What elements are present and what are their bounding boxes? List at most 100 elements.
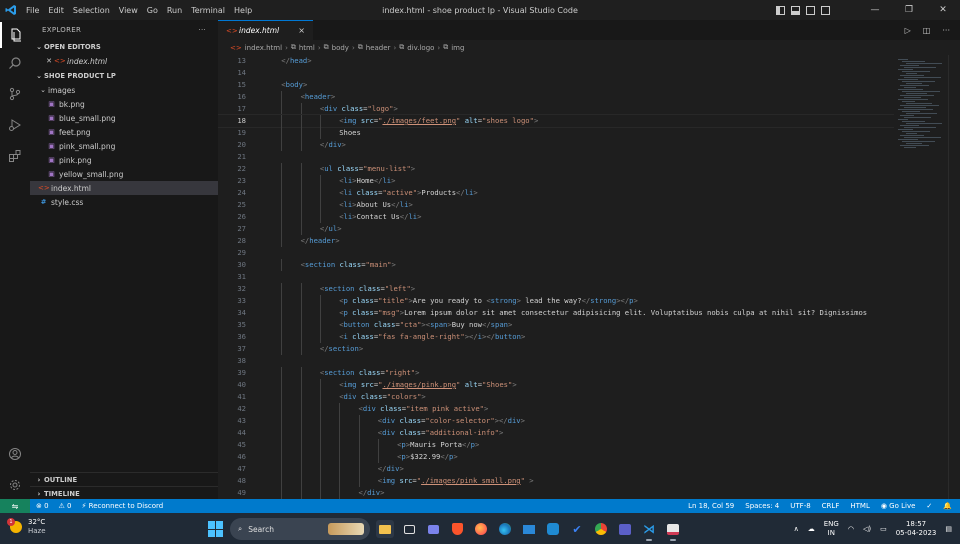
- manage-gear-icon[interactable]: [0, 472, 30, 498]
- snipping-tool-icon[interactable]: [664, 520, 682, 541]
- close-icon[interactable]: ✕: [44, 57, 54, 65]
- source-control-icon[interactable]: [0, 81, 30, 107]
- run-file-icon[interactable]: ▷: [905, 26, 911, 35]
- code-line[interactable]: 35 <button class="cta"><span>Buy now</spa…: [218, 319, 894, 331]
- line-ending[interactable]: CRLF: [822, 502, 840, 510]
- timeline-section[interactable]: › TIMELINE: [30, 486, 218, 500]
- toggle-panel-icon[interactable]: [791, 5, 800, 15]
- code-line[interactable]: 26 <li>Contact Us</li>: [218, 211, 894, 223]
- code-line[interactable]: 36 <i class="fas fa-angle-right"></i></bu…: [218, 331, 894, 343]
- code-line[interactable]: 13 </head>: [218, 55, 894, 67]
- menu-go[interactable]: Go: [147, 6, 158, 15]
- file-item[interactable]: ▣ yellow_small.png: [30, 167, 218, 181]
- edge-icon[interactable]: [496, 520, 514, 538]
- file-item[interactable]: # style.css: [30, 195, 218, 209]
- toggle-secondary-sidebar-icon[interactable]: [806, 5, 815, 15]
- windows-start-icon[interactable]: [208, 521, 224, 537]
- chat-icon[interactable]: [424, 520, 442, 538]
- breadcrumb-item[interactable]: html: [299, 44, 315, 52]
- cursor-position[interactable]: Ln 18, Col 59: [688, 502, 734, 510]
- code-line[interactable]: 30 <section class="main">: [218, 259, 894, 271]
- feedback-icon[interactable]: ✓: [926, 502, 932, 510]
- code-line[interactable]: 39 <section class="right">: [218, 367, 894, 379]
- code-line[interactable]: 15 <body>: [218, 79, 894, 91]
- code-line[interactable]: 32 <section class="left">: [218, 283, 894, 295]
- code-line[interactable]: 41 <div class="colors">: [218, 391, 894, 403]
- more-actions-icon[interactable]: ···: [942, 26, 950, 35]
- code-line[interactable]: 27 </ul>: [218, 223, 894, 235]
- code-line[interactable]: 23 <li>Home</li>: [218, 175, 894, 187]
- outline-section[interactable]: › OUTLINE: [30, 472, 218, 486]
- menu-view[interactable]: View: [119, 6, 138, 15]
- project-section[interactable]: ⌄ SHOE PRODUCT LP: [30, 69, 218, 83]
- code-line[interactable]: 16 <header>: [218, 91, 894, 103]
- warnings-count[interactable]: ⚠ 0: [59, 502, 72, 510]
- code-line[interactable]: 33 <p class="title">Are you ready to <str…: [218, 295, 894, 307]
- code-line[interactable]: 48 <img src="./images/pink_small.png" >: [218, 475, 894, 487]
- minimize-button[interactable]: —: [858, 5, 892, 15]
- open-editors-section[interactable]: ⌄ OPEN EDITORS: [30, 40, 218, 54]
- tray-chevron-icon[interactable]: ∧: [794, 525, 799, 533]
- weather-widget[interactable]: 1 32°C Haze: [7, 518, 46, 536]
- language-indicator[interactable]: ENG IN: [824, 520, 839, 538]
- breadcrumb-item[interactable]: body: [332, 44, 349, 52]
- brave-browser-icon[interactable]: [448, 520, 466, 538]
- file-item[interactable]: ▣ pink_small.png: [30, 139, 218, 153]
- code-line[interactable]: 22 <ul class="menu-list">: [218, 163, 894, 175]
- restore-button[interactable]: ❐: [892, 5, 926, 15]
- file-item[interactable]: ▣ pink.png: [30, 153, 218, 167]
- customize-layout-icon[interactable]: [821, 5, 830, 15]
- minimap[interactable]: [894, 55, 948, 155]
- code-line[interactable]: 42 <div class="item pink active">: [218, 403, 894, 415]
- file-item[interactable]: ▣ bk.png: [30, 97, 218, 111]
- menu-run[interactable]: Run: [167, 6, 182, 15]
- code-line[interactable]: 44 <div class="additional-info">: [218, 427, 894, 439]
- code-editor[interactable]: 13 </head> 14 15 <body> 16 <header> 17 <div clas…: [218, 55, 894, 499]
- code-line[interactable]: 24 <li class="active">Products</li>: [218, 187, 894, 199]
- store-icon[interactable]: [544, 520, 562, 538]
- account-icon[interactable]: [0, 441, 30, 467]
- language-mode[interactable]: HTML: [850, 502, 869, 510]
- code-line[interactable]: 31: [218, 271, 894, 283]
- tab-index-html[interactable]: <> index.html ×: [218, 20, 313, 40]
- remote-indicator[interactable]: ⇋: [0, 499, 30, 513]
- search-icon[interactable]: [0, 50, 30, 76]
- code-line[interactable]: 46 <p>$322.99</p>: [218, 451, 894, 463]
- code-line[interactable]: 20 </div>: [218, 139, 894, 151]
- errors-count[interactable]: ⊗ 0: [36, 502, 49, 510]
- file-item-selected[interactable]: <> index.html: [30, 181, 218, 195]
- go-live-button[interactable]: ◉ Go Live: [881, 502, 916, 510]
- code-line[interactable]: 45 <p>Mauris Porta</p>: [218, 439, 894, 451]
- notifications-bell-icon[interactable]: 🔔: [943, 502, 952, 510]
- code-line[interactable]: 49 </div>: [218, 487, 894, 499]
- wifi-icon[interactable]: ◠: [848, 525, 854, 533]
- firefox-icon[interactable]: [472, 520, 490, 538]
- breadcrumb-item[interactable]: img: [451, 44, 464, 52]
- battery-icon[interactable]: ▭: [880, 525, 887, 533]
- code-line[interactable]: 34 <p class="msg">Lorem ipsum dolor sit a…: [218, 307, 894, 319]
- extensions-icon[interactable]: [0, 143, 30, 169]
- code-line[interactable]: 21: [218, 151, 894, 163]
- code-line[interactable]: 19 Shoes: [218, 127, 894, 139]
- code-line[interactable]: 38: [218, 355, 894, 367]
- menu-terminal[interactable]: Terminal: [191, 6, 225, 15]
- split-editor-icon[interactable]: ◫: [923, 26, 931, 35]
- explorer-icon[interactable]: [0, 22, 30, 48]
- mail-icon[interactable]: [520, 520, 538, 538]
- folder-images[interactable]: ⌄ images: [30, 83, 218, 97]
- tab-close-icon[interactable]: ×: [298, 26, 305, 35]
- code-line[interactable]: 17 <div class="logo">: [218, 103, 894, 115]
- teams-icon[interactable]: [616, 520, 634, 538]
- taskbar-search[interactable]: ⌕ Search: [230, 518, 370, 540]
- code-line[interactable]: 25 <li>About Us</li>: [218, 199, 894, 211]
- code-line[interactable]: 40 <img src="./images/pink.png" alt="Shoe…: [218, 379, 894, 391]
- todo-icon[interactable]: ✔: [568, 520, 586, 538]
- clock[interactable]: 18:57 05-04-2023: [896, 520, 937, 538]
- editor-scrollbar[interactable]: [948, 55, 960, 499]
- code-line[interactable]: 29: [218, 247, 894, 259]
- breadcrumb-item[interactable]: index.html: [245, 44, 282, 52]
- file-item[interactable]: ▣ blue_small.png: [30, 111, 218, 125]
- run-debug-icon[interactable]: [0, 112, 30, 138]
- chrome-icon[interactable]: [592, 520, 610, 538]
- close-window-button[interactable]: ✕: [926, 5, 960, 15]
